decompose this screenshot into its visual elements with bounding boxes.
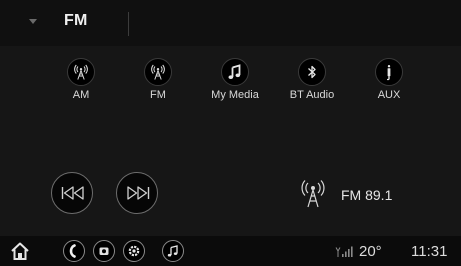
settings-button[interactable] — [123, 240, 145, 262]
previous-button[interactable] — [51, 172, 93, 214]
header-divider — [128, 12, 129, 36]
station-frequency: FM 89.1 — [341, 187, 393, 203]
source-label-my-media: My Media — [211, 89, 259, 101]
settings-icon — [128, 245, 140, 257]
music-note-icon — [221, 58, 249, 86]
radio-antenna-icon — [67, 58, 95, 86]
source-button-fm[interactable]: FM — [123, 58, 193, 120]
header-bar: FM — [0, 0, 461, 46]
music-button[interactable] — [162, 240, 184, 262]
caret-down-icon[interactable] — [29, 19, 37, 24]
home-button[interactable] — [9, 240, 31, 262]
infotainment-screen: FM AM FM My Media BT Audio AUX FM 89.1 2… — [0, 0, 461, 266]
camera-button[interactable] — [93, 240, 115, 262]
source-label-fm: FM — [150, 89, 166, 101]
radio-antenna-icon — [144, 58, 172, 86]
source-button-my-media[interactable]: My Media — [200, 58, 270, 120]
skip-next-icon — [127, 186, 150, 200]
home-icon — [11, 242, 29, 260]
bottom-bar: 20° 11:31 — [0, 236, 461, 266]
source-button-aux[interactable]: AUX — [354, 58, 424, 120]
source-button-am[interactable]: AM — [46, 58, 116, 120]
source-label-bt-audio: BT Audio — [289, 89, 335, 101]
next-button[interactable] — [116, 172, 158, 214]
now-playing-station: FM 89.1 — [296, 177, 436, 209]
skip-previous-icon — [61, 186, 84, 200]
music-note-icon — [167, 245, 178, 257]
source-button-bt-audio[interactable]: BT Audio — [277, 58, 347, 120]
clock: 11:31 — [411, 243, 448, 260]
phone-button[interactable] — [63, 240, 85, 262]
source-label-aux: AUX — [377, 89, 401, 101]
cell-signal-icon — [335, 246, 353, 257]
phone-icon — [69, 244, 76, 258]
camera-icon — [99, 247, 109, 255]
bluetooth-icon — [298, 58, 326, 86]
aux-cable-icon — [375, 58, 403, 86]
temperature-readout: 20° — [359, 243, 382, 260]
source-label-am: AM — [72, 89, 90, 101]
source-title: FM — [64, 12, 88, 29]
radio-antenna-icon — [301, 180, 325, 208]
